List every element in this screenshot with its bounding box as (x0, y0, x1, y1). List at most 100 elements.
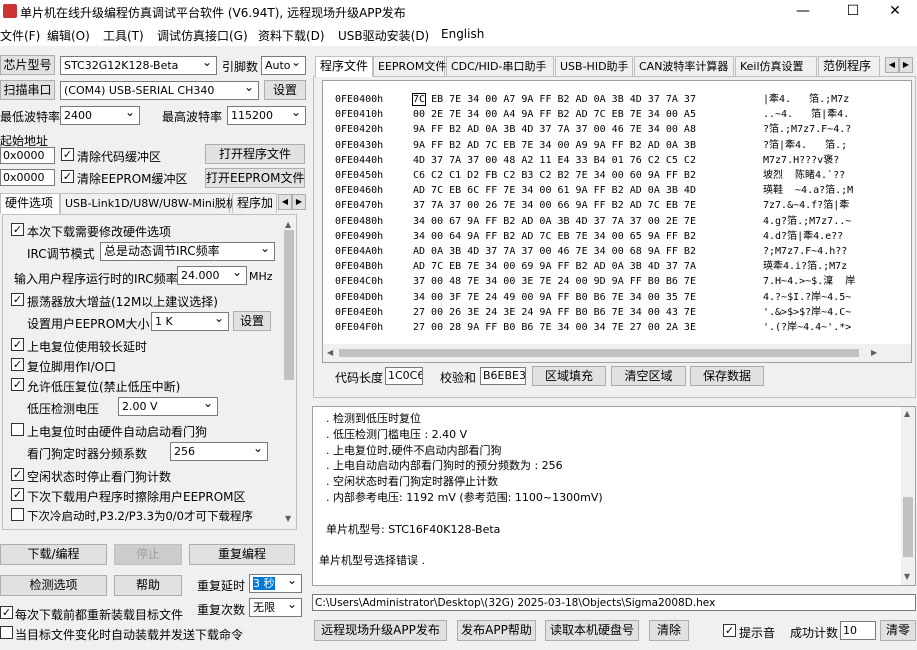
chip-model-button[interactable]: 芯片型号 (0, 55, 55, 75)
wdt-auto-label: 上电复位时由硬件自动启动看门狗 (27, 425, 208, 439)
file-path-field[interactable]: C:\Users\Administrator\Desktop\(32G) 202… (312, 594, 916, 611)
irc-mode-select[interactable]: 总是动态调节IRC频率 (100, 242, 275, 261)
clear-log-button[interactable]: 清除 (649, 620, 689, 641)
open-program-button[interactable]: 打开程序文件 (205, 144, 305, 164)
modify-hw-label: 本次下载需要修改硬件选项 (27, 225, 172, 239)
download-button[interactable]: 下载/编程 (0, 544, 107, 565)
clear-eeprom-checkbox[interactable]: ✓ (61, 170, 74, 183)
maximize-button[interactable]: ☐ (830, 0, 876, 24)
clear-area-button[interactable]: 清空区域 (611, 366, 686, 386)
tab-examples[interactable]: 范例程序 (818, 56, 880, 76)
help-button[interactable]: 帮助 (114, 575, 182, 596)
log-output[interactable]: . 检测到低压时复位 . 低压检测门槛电压 : 2.40 V . 上电复位时,硬… (312, 406, 916, 586)
save-data-button[interactable]: 保存数据 (690, 366, 764, 386)
fill-area-button[interactable]: 区域填充 (532, 366, 606, 386)
open-eeprom-button[interactable]: 打开EEPROM文件 (205, 168, 305, 188)
auto-load-label: 当目标文件变化时自动装载并发送下载命令 (15, 628, 244, 642)
scan-port-button[interactable]: 扫描串口 (0, 80, 55, 100)
menu-download[interactable]: 资料下载(D) (258, 27, 325, 44)
wdt-auto-checkbox[interactable] (11, 423, 24, 436)
chip-model-select[interactable]: STC32G12K128-Beta (60, 56, 217, 75)
options-scrollbar-thumb[interactable] (284, 230, 294, 380)
auto-load-checkbox[interactable] (0, 626, 13, 639)
tab-usb-hid[interactable]: USB-HID助手 (555, 56, 633, 76)
lvd-select[interactable]: 2.00 V (118, 397, 218, 416)
close-button[interactable]: ✕ (872, 0, 917, 24)
max-baud-select[interactable]: 115200 (227, 106, 306, 125)
hex-ascii: 7.H~4.>~$.澟 岸 (763, 276, 856, 288)
tab-hardware-options[interactable]: 硬件选项 (0, 193, 60, 214)
checksum-label: 校验和 (440, 371, 477, 385)
hex-bytes: AD 7C EB 7E 34 00 69 9A FF B2 AD 0A 3B 4… (413, 261, 696, 273)
repeat-count-label: 重复次数 (197, 603, 246, 617)
minimize-button[interactable]: — (780, 0, 826, 24)
cold-boot-checkbox[interactable] (11, 508, 24, 521)
hex-address: 0FE0460h (335, 185, 384, 197)
osc-gain-checkbox[interactable]: ✓ (11, 293, 24, 306)
hex-hscrollbar[interactable]: ◀ ▶ (323, 344, 911, 362)
port-settings-button[interactable]: 设置 (264, 80, 306, 100)
hex-address: 0FE0420h (335, 124, 384, 136)
erase-eeprom-checkbox[interactable]: ✓ (11, 488, 24, 501)
repeat-program-button[interactable]: 重复编程 (189, 544, 295, 565)
menu-debug[interactable]: 调试仿真接口(G) (157, 27, 248, 44)
remote-app-button[interactable]: 远程现场升级APP发布 (314, 620, 447, 641)
port-select[interactable]: (COM4) USB-SERIAL CH340 (60, 81, 259, 100)
repeat-delay-select[interactable]: 3 秒 (249, 574, 302, 593)
tab-keil-sim[interactable]: Keil仿真设置 (735, 56, 817, 76)
code-length-value: 1C0C6 (385, 367, 423, 385)
menu-file[interactable]: 文件(F) (0, 27, 40, 44)
hex-view[interactable]: 0FE0400h 7C EB 7E 34 00 A7 9A FF B2 AD 0A… (322, 80, 912, 363)
menu-edit[interactable]: 编辑(O) (47, 27, 90, 44)
repeat-count-select[interactable]: 无限 (249, 598, 302, 617)
right-tab-scroll-right-icon[interactable]: ▶ (899, 57, 913, 73)
beep-checkbox[interactable]: ✓ (723, 624, 736, 637)
tab-usb-link[interactable]: USB-Link1D/U8W/U8W-Mini脱机 (60, 193, 237, 213)
eeprom-size-select[interactable]: 1 K (151, 312, 229, 331)
hex-address: 0FE0450h (335, 170, 384, 181)
code-address-input[interactable]: 0x0000 (0, 147, 55, 164)
hex-address: 0FE0400h (335, 94, 384, 105)
reset-count-button[interactable]: 清零 (880, 620, 916, 641)
modify-hw-checkbox[interactable]: ✓ (11, 223, 24, 236)
code-length-label: 代码长度 (335, 371, 384, 385)
options-scrollbar[interactable]: ▲ ▼ (282, 218, 296, 526)
tab-can-baud[interactable]: CAN波特率计算器 (634, 56, 734, 76)
pins-label: 引脚数 (222, 60, 259, 74)
menu-english[interactable]: English (441, 27, 484, 41)
menu-tools[interactable]: 工具(T) (103, 27, 144, 44)
irc-mode-label: IRC调节模式 (27, 247, 95, 261)
eeprom-size-set-button[interactable]: 设置 (233, 311, 271, 331)
clear-code-checkbox[interactable]: ✓ (61, 148, 74, 161)
idle-wdt-label: 空闲状态时停止看门狗计数 (27, 470, 172, 484)
irc-freq-input[interactable]: 24.000 (177, 266, 247, 285)
pins-select[interactable]: Auto (261, 56, 306, 75)
menu-usb-driver[interactable]: USB驱动安装(D) (338, 27, 429, 44)
lvd-label: 低压检测电压 (27, 402, 100, 416)
tab-scroll-left-icon[interactable]: ◀ (278, 194, 292, 210)
wdt-div-select[interactable]: 256 (170, 442, 268, 461)
idle-wdt-checkbox[interactable]: ✓ (11, 468, 24, 481)
hex-bytes: 7C EB 7E 34 00 A7 9A FF B2 AD 0A 3B 4D 3… (411, 93, 696, 106)
log-scrollbar[interactable]: ▲ ▼ (901, 407, 915, 585)
hex-hscrollbar-thumb[interactable] (339, 349, 859, 357)
eeprom-address-input[interactable]: 0x0000 (0, 169, 55, 186)
tab-program-file[interactable]: 程序文件 (315, 56, 373, 77)
tab-cdc-serial[interactable]: CDC/HID-串口助手 (446, 56, 554, 76)
long-reset-checkbox[interactable]: ✓ (11, 338, 24, 351)
check-options-button[interactable]: 检测选项 (0, 575, 107, 596)
tab-scroll-right-icon[interactable]: ▶ (292, 194, 306, 210)
log-scrollbar-thumb[interactable] (903, 497, 913, 557)
tab-eeprom-file[interactable]: EEPROM文件 (373, 56, 446, 76)
lvd-reset-checkbox[interactable]: ✓ (11, 378, 24, 391)
min-baud-select[interactable]: 2400 (60, 106, 140, 125)
window-title: 单片机在线升级编程仿真调试平台软件 (V6.94T), 远程现场升级APP发布 (20, 6, 406, 20)
right-tab-scroll-left-icon[interactable]: ◀ (885, 57, 899, 73)
tab-program-encrypt[interactable]: 程序加 (232, 193, 277, 213)
stop-button[interactable]: 停止 (114, 544, 182, 565)
reload-before-checkbox[interactable]: ✓ (0, 606, 13, 619)
reset-io-checkbox[interactable]: ✓ (11, 358, 24, 371)
read-serial-button[interactable]: 读取本机硬盘号 (545, 620, 639, 641)
eeprom-size-label: 设置用户EEPROM大小 (27, 317, 150, 331)
publish-help-button[interactable]: 发布APP帮助 (457, 620, 536, 641)
